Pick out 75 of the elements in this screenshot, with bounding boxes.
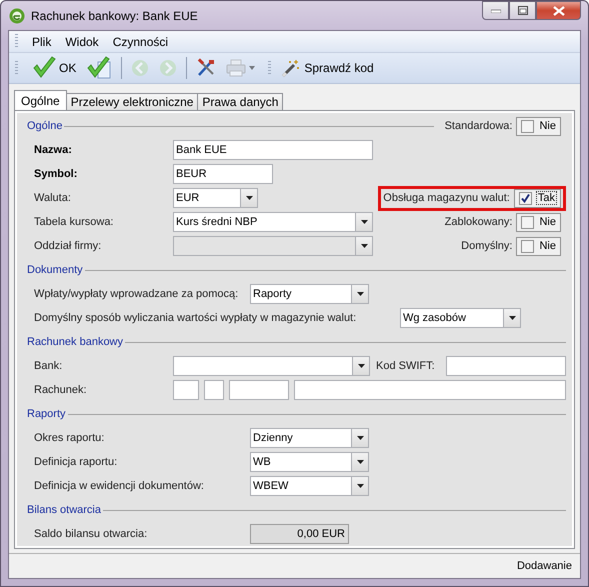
field-label: Okres raportu: [33, 432, 106, 444]
dropdown[interactable]: Dzienny [250, 428, 369, 448]
dropdown[interactable]: Raporty [250, 284, 369, 304]
field-label: Nazwa: [33, 144, 73, 156]
section-title: Dokumenty [27, 264, 83, 276]
menu-item[interactable]: Widok [59, 34, 107, 48]
field-label: Rachunek: [33, 384, 88, 396]
checkbox[interactable]: Tak [514, 188, 561, 208]
magic-wand-icon [281, 58, 302, 78]
section-title: Rachunek bankowy [27, 336, 124, 348]
caret-icon [356, 436, 364, 440]
field-label: Kod SWIFT: [375, 360, 436, 372]
checkbox-icon [521, 240, 534, 252]
tab[interactable]: Ogólne [14, 90, 67, 110]
app-logo-icon [9, 8, 25, 24]
field-label: Saldo bilansu otwarcia: [33, 528, 148, 540]
close-icon [552, 6, 564, 16]
text-field[interactable] [446, 356, 566, 376]
caret-icon [356, 460, 364, 464]
minimize-icon [490, 8, 500, 12]
menu-item[interactable]: Plik [26, 34, 60, 48]
field-label: Obsługa magazynu walut: [383, 192, 510, 204]
section-title: Ogólne [27, 120, 62, 132]
dropdown[interactable]: EUR [173, 188, 258, 208]
dropdown[interactable]: Kurs średni NBP [173, 212, 373, 232]
checkmark-icon [32, 56, 56, 80]
tab[interactable]: Prawa danych [197, 93, 284, 110]
section-title: Raporty [27, 408, 66, 420]
window-title: Rachunek bankowy: Bank EUE [31, 8, 198, 22]
checkbox[interactable]: Nie [516, 212, 561, 232]
section-title: Bilans otwarcia [27, 504, 101, 516]
caret-icon [508, 316, 516, 320]
checkbox-icon [521, 216, 534, 228]
close-button[interactable] [536, 1, 581, 20]
caret-icon [360, 220, 368, 224]
checkbox[interactable]: Nie [516, 116, 561, 136]
field-label: Tabela kursowa: [33, 216, 114, 228]
amount-field: 0,00 EUR [250, 524, 349, 544]
text-field[interactable]: Bank EUE [173, 140, 373, 160]
text-field[interactable]: BEUR [173, 164, 273, 184]
caret-icon [358, 364, 364, 368]
checkbox-icon [521, 120, 534, 132]
caret-icon [356, 292, 364, 296]
ok-button[interactable]: OK [28, 54, 80, 82]
caret-icon [246, 196, 252, 200]
dropdown[interactable]: Wg zasobów [400, 308, 521, 328]
field-label: Waluta: [33, 192, 72, 204]
field-label: Domyślny sposób wyliczania wartości wypłaty w magazynie walut: [33, 312, 358, 324]
field-label: Bank: [33, 360, 64, 372]
field-label: Domyślny: [461, 240, 512, 252]
field-label: Wpłaty/wypłaty wprowadzane za pomocą: [33, 288, 240, 300]
menu-item[interactable]: Czynności [106, 34, 176, 48]
dropdown[interactable]: WBEW [250, 476, 369, 496]
status-text: Dodawanie [516, 560, 572, 572]
field-label: Definicja raportu: [33, 456, 118, 468]
maximize-button[interactable] [509, 1, 536, 20]
field-label: Oddział firmy: [33, 240, 102, 252]
dropdown[interactable] [173, 356, 370, 376]
caret-icon [360, 244, 368, 248]
caret-icon [356, 484, 364, 488]
field-label: Symbol: [33, 168, 78, 180]
check-code-button[interactable]: Sprawdź kod [277, 56, 378, 80]
text-field[interactable] [294, 380, 566, 400]
checkbox[interactable]: Nie [516, 236, 561, 256]
field-label: Standardowa: [444, 120, 512, 132]
restore-icon [518, 6, 528, 15]
field-label: Definicja w ewidencji dokumentów: [33, 480, 205, 492]
field-label: Zablokowany: [444, 216, 512, 228]
minimize-button[interactable] [482, 1, 509, 20]
checkbox-icon [518, 192, 532, 204]
tab[interactable]: Przelewy elektroniczne [66, 93, 198, 110]
dropdown[interactable]: WB [250, 452, 369, 472]
text-field[interactable] [204, 380, 224, 400]
text-field[interactable] [229, 380, 289, 400]
text-field[interactable] [173, 380, 199, 400]
